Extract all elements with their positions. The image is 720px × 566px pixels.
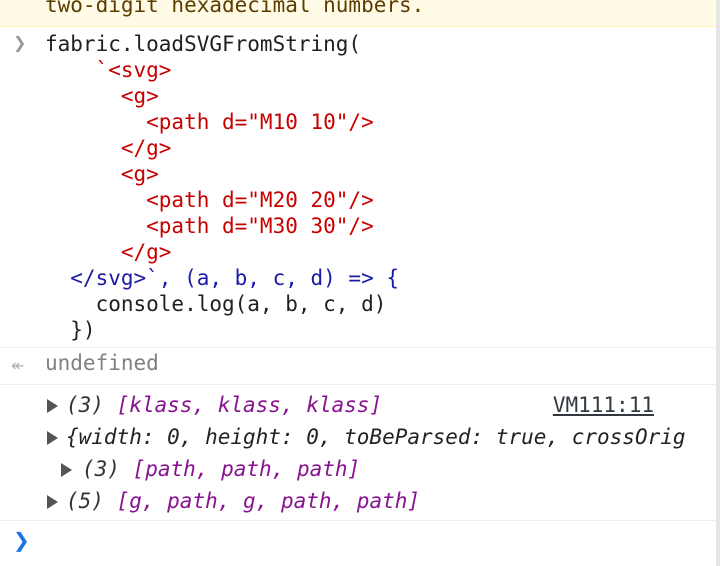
result-value: undefined [45,351,159,375]
source-link[interactable]: VM111:11 [553,393,654,417]
return-arrow-icon: ↞ [11,356,25,375]
divider [0,384,716,385]
warning-message: two-digit hexadecimal numbers. [0,0,716,27]
code-line-6: <g> [45,162,159,186]
code-line-7: <path d="M20 20"/> [45,188,374,212]
console-input-entry[interactable]: ❯ fabric.loadSVGFromString( `<svg> <g> <… [0,27,716,347]
code-line-3: <g> [45,84,159,108]
log-text: (5) [g, path, g, path, path] [66,489,421,513]
log-text: {width: 0, height: 0, toBeParsed: true, … [66,425,686,449]
log-entry-object[interactable]: {width: 0, height: 0, toBeParsed: true, … [0,425,716,455]
chevron-right-icon[interactable]: ❯ [13,528,30,552]
code-line-12: }) [45,318,96,342]
code-line-8: <path d="M30 30"/> [45,214,374,238]
code-line-11: console.log(a, b, c, d) [45,292,387,316]
code-line-9: </g> [45,240,172,264]
chevron-right-icon: ❯ [13,33,27,52]
log-entry-array[interactable]: (5) [g, path, g, path, path] [0,489,716,519]
log-entry-array[interactable]: (3) [path, path, path] [0,457,716,487]
code-line-4: <path d="M10 10"/> [45,110,374,134]
code-line-1: fabric.loadSVGFromString( [45,32,362,56]
expand-triangle-icon[interactable] [47,495,58,509]
scrollbar[interactable] [716,0,720,566]
divider [0,520,716,521]
code-line-5: </g> [45,136,172,160]
log-text: (3) [path, path, path] [82,457,361,481]
log-text: (3) [klass, klass, klass] [66,393,383,417]
expand-triangle-icon[interactable] [47,431,58,445]
devtools-console: two-digit hexadecimal numbers. ❯ fabric.… [0,0,716,566]
code-line-10: </svg>`, (a, b, c, d) => { [45,266,400,290]
expand-triangle-icon[interactable] [47,399,58,413]
divider [0,347,716,348]
log-entry-array[interactable]: (3) [klass, klass, klass] VM111:11 [0,393,716,423]
warning-text: two-digit hexadecimal numbers. [45,0,425,17]
expand-triangle-icon[interactable] [61,463,72,477]
code-line-2: `<svg> [45,58,172,82]
